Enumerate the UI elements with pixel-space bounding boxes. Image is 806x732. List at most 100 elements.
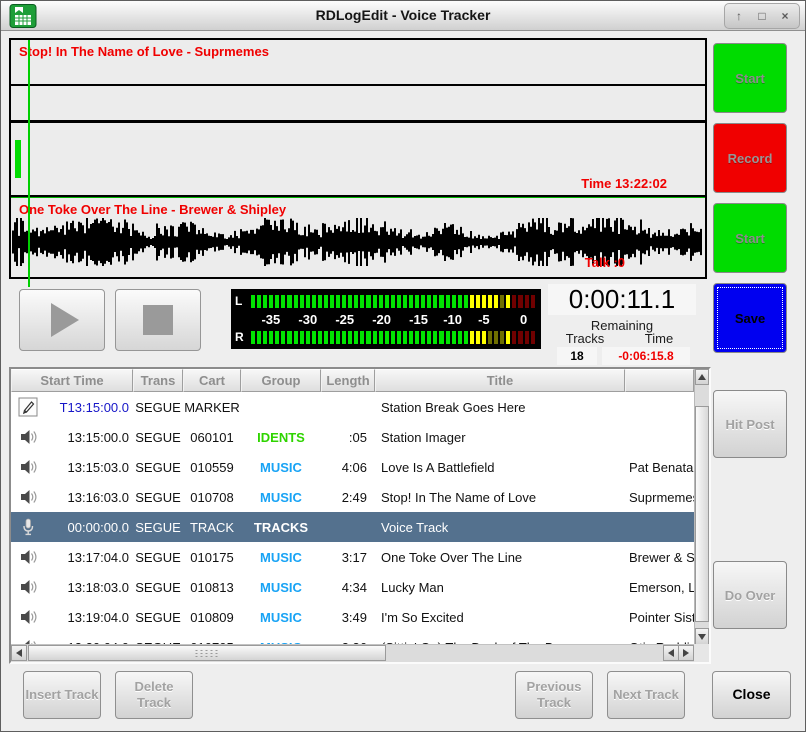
column-header-title[interactable]: Title	[375, 369, 625, 392]
vu-left-segments	[251, 295, 535, 308]
group-cell: MUSIC	[241, 580, 321, 595]
log-table-header: Start TimeTransCartGroupLengthTitle	[11, 369, 694, 392]
column-header-group[interactable]: Group	[241, 369, 321, 392]
next-track-title: Stop! In The Name of Love - Suprmemes	[19, 44, 269, 59]
deck-time-label: Time 13:22:02	[581, 176, 667, 191]
next-track-panel: Stop! In The Name of Love - Suprmemes	[11, 40, 705, 86]
title-cell: Station Break Goes Here	[375, 400, 625, 415]
log-table: Start TimeTransCartGroupLengthTitle T13:…	[9, 367, 711, 664]
titlebar: RDLogEdit - Voice Tracker ↑ □ ×	[1, 1, 805, 31]
stop-button[interactable]	[115, 289, 201, 351]
vertical-scrollbar-thumb[interactable]	[695, 406, 709, 622]
record-level-bar	[15, 140, 21, 178]
shade-window-button[interactable]: ↑	[729, 7, 749, 25]
trans-cell: SEGUE	[133, 400, 183, 415]
playback-cursor	[28, 40, 30, 287]
vu-right-segments	[251, 331, 535, 344]
length-cell: 4:34	[321, 580, 375, 595]
table-row[interactable]: 13:18:03.0SEGUE010813MUSIC4:34Lucky ManE…	[11, 572, 694, 602]
scroll-right-button[interactable]	[678, 645, 694, 661]
start-time-cell: 13:17:04.0	[45, 550, 133, 565]
title-cell: Station Imager	[375, 430, 625, 445]
trans-cell: SEGUE	[133, 610, 183, 625]
insert-track-button[interactable]: Insert Track	[23, 671, 101, 719]
start-button-1[interactable]: Start	[713, 43, 787, 113]
cart-cell: 010175	[183, 550, 241, 565]
window-controls: ↑ □ ×	[724, 3, 800, 29]
table-row[interactable]: 13:15:00.0SEGUE060101IDENTS:05Station Im…	[11, 422, 694, 452]
table-row[interactable]: T13:15:00.0SEGUEMARKERStation Break Goes…	[11, 392, 694, 422]
trans-cell: SEGUE	[133, 490, 183, 505]
table-row[interactable]: 00:00:00.0SEGUETRACKTRACKSVoice Track	[11, 512, 694, 542]
title-cell: One Toke Over The Line	[375, 550, 625, 565]
table-row[interactable]: 13:19:04.0SEGUE010809MUSIC3:49I'm So Exc…	[11, 602, 694, 632]
length-cell: 4:06	[321, 460, 375, 475]
artist-cell: Pointer Sisters	[625, 610, 694, 625]
save-button[interactable]: Save	[713, 283, 787, 353]
group-cell: IDENTS	[241, 430, 321, 445]
cart-cell: 010809	[183, 610, 241, 625]
group-cell: TRACKS	[241, 520, 321, 535]
speaker-icon	[18, 457, 38, 477]
speaker-icon	[18, 577, 38, 597]
trans-cell: SEGUE	[133, 550, 183, 565]
horizontal-scrollbar-thumb[interactable]	[28, 645, 386, 661]
vu-meter: L -35-30-25-20-15-10-50 R	[231, 289, 541, 349]
table-row[interactable]: 13:15:03.0SEGUE010559MUSIC4:06Love Is A …	[11, 452, 694, 482]
column-header-start-time[interactable]: Start Time	[11, 369, 133, 392]
start-time-cell: 13:16:03.0	[45, 490, 133, 505]
cart-cell: TRACK	[183, 520, 241, 535]
scroll-left-button[interactable]	[11, 645, 27, 661]
title-cell: Voice Track	[375, 520, 625, 535]
close-button[interactable]: Close	[712, 671, 791, 719]
vu-scale: -35-30-25-20-15-10-50	[251, 312, 535, 326]
column-header-trans[interactable]: Trans	[133, 369, 183, 392]
play-button[interactable]	[19, 289, 105, 351]
talk-time-label: Talk :0	[585, 255, 625, 270]
group-cell: MUSIC	[241, 550, 321, 565]
artist-cell: Emerson, Lake & Palmer	[625, 580, 694, 595]
vertical-scrollbar[interactable]	[694, 369, 709, 646]
next-track-button[interactable]: Next Track	[607, 671, 685, 719]
column-header-length[interactable]: Length	[321, 369, 375, 392]
start-button-2[interactable]: Start	[713, 203, 787, 273]
cart-cell: 010559	[183, 460, 241, 475]
previous-track-button[interactable]: Previous Track	[515, 671, 593, 719]
length-cell: :05	[321, 430, 375, 445]
delete-track-button[interactable]: Delete Track	[115, 671, 193, 719]
close-window-button[interactable]: ×	[775, 7, 795, 25]
cart-cell: 010708	[183, 490, 241, 505]
current-track-panel: One Toke Over The Line - Brewer & Shiple…	[11, 197, 705, 277]
table-row[interactable]: 13:16:03.0SEGUE010708MUSIC2:49Stop! In T…	[11, 482, 694, 512]
group-cell: MUSIC	[241, 460, 321, 475]
horizontal-scrollbar[interactable]	[11, 644, 694, 662]
scroll-up-button[interactable]	[695, 369, 709, 385]
cart-cell: 060101	[183, 430, 241, 445]
title-cell: I'm So Excited	[375, 610, 625, 625]
log-rows: T13:15:00.0SEGUEMARKERStation Break Goes…	[11, 392, 694, 645]
remaining-tracks-label: Tracks	[548, 331, 622, 346]
record-button[interactable]: Record	[713, 123, 787, 193]
maximize-window-button[interactable]: □	[752, 7, 772, 25]
remaining-time-value: -0:06:15.8	[602, 347, 690, 365]
artist-cell: Brewer & Shipley	[625, 550, 694, 565]
do-over-button[interactable]: Do Over	[713, 561, 787, 629]
window-title: RDLogEdit - Voice Tracker	[1, 7, 805, 23]
play-icon	[51, 303, 79, 337]
speaker-icon	[18, 607, 38, 627]
record-panel: Time 13:22:02	[11, 123, 705, 197]
trans-cell: SEGUE	[133, 430, 183, 445]
column-header-artist[interactable]	[625, 369, 694, 392]
scroll-left-button-2[interactable]	[663, 645, 679, 661]
start-time-cell: 00:00:00.0	[45, 520, 133, 535]
column-header-cart[interactable]: Cart	[183, 369, 241, 392]
start-time-cell: 13:18:03.0	[45, 580, 133, 595]
marker-icon	[17, 396, 39, 418]
group-cell: MUSIC	[241, 610, 321, 625]
hit-post-button[interactable]: Hit Post	[713, 390, 787, 458]
start-time-cell: T13:15:00.0	[45, 400, 133, 415]
start-time-cell: 13:15:00.0	[45, 430, 133, 445]
artist-cell: Suprmemes	[625, 490, 694, 505]
speaker-icon	[18, 427, 38, 447]
table-row[interactable]: 13:17:04.0SEGUE010175MUSIC3:17One Toke O…	[11, 542, 694, 572]
